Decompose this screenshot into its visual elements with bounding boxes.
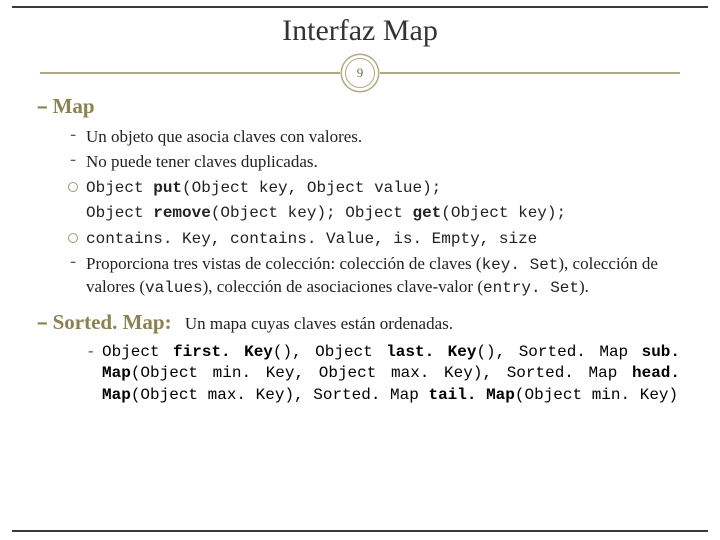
code-text: Object put(Object key, Object value); [86, 179, 441, 197]
sortedmap-heading: –Sorted. Map: Un mapa cuyas claves están… [36, 310, 680, 336]
rule-right [380, 72, 680, 74]
list-text: Un objeto que asocia claves con valores. [86, 127, 362, 146]
slide: Interfaz Map 9 –Map Un objeto que asocia… [0, 0, 720, 540]
list-text: Proporciona tres vistas de colección: co… [86, 254, 658, 297]
list-item: Object put(Object key, Object value); [68, 176, 680, 200]
code-block: Object first. Key(), Object last. Key(),… [86, 342, 680, 407]
list-text: No puede tener claves duplicadas. [86, 152, 318, 171]
top-rule [12, 6, 708, 8]
list-item: Object remove(Object key); Object get(Ob… [68, 201, 680, 225]
sortedmap-signatures: Object first. Key(), Object last. Key(),… [50, 342, 680, 407]
page-number-badge: 9 [345, 58, 375, 88]
list-item: No puede tener claves duplicadas. [68, 151, 680, 174]
map-heading: –Map [36, 94, 680, 120]
map-heading-text: Map [53, 94, 95, 118]
sortedmap-heading-text: Sorted. Map: [53, 310, 172, 334]
list-item: contains. Key, contains. Value, is. Empt… [68, 227, 680, 251]
slide-title: Interfaz Map [0, 0, 720, 54]
page-number-row: 9 [0, 58, 720, 88]
rule-left [40, 72, 340, 74]
code-text: contains. Key, contains. Value, is. Empt… [86, 230, 537, 248]
sortedmap-desc: Un mapa cuyas claves están ordenadas. [185, 314, 453, 333]
code-text: Object remove(Object key); Object get(Ob… [86, 204, 566, 222]
dash-icon: – [36, 97, 47, 120]
map-list: Un objeto que asocia claves con valores.… [50, 126, 680, 300]
list-item: Un objeto que asocia claves con valores. [68, 126, 680, 149]
bottom-rule [12, 530, 708, 532]
list-item: Proporciona tres vistas de colección: co… [68, 253, 680, 300]
content-area: –Map Un objeto que asocia claves con val… [0, 94, 720, 407]
dash-icon: – [36, 313, 47, 336]
